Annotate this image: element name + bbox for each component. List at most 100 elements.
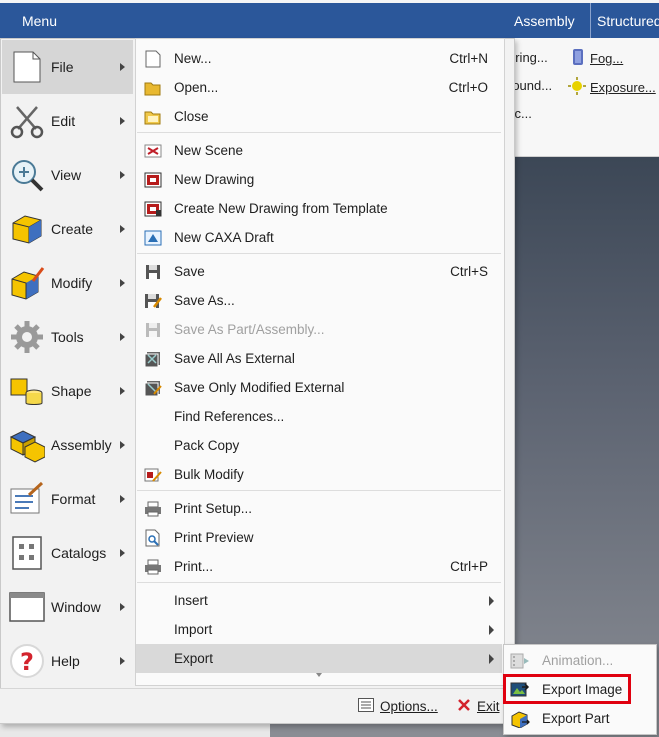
chevron-right-icon [120,441,125,449]
menu-item-close-label: Close [174,109,209,124]
menu-item-find-references[interactable]: Find References... [136,402,502,431]
export-part-icon [510,709,530,729]
exposure-icon [568,77,586,98]
chevron-right-icon [120,603,125,611]
menu-item-new-caxa-draft[interactable]: New CAXA Draft [136,223,502,252]
flyout-item-export-part[interactable]: Export Part [504,704,654,733]
menu-item-save-modified-external[interactable]: Save Only Modified External [136,373,502,402]
left-item-shape[interactable]: Shape [2,364,133,418]
scroll-down-icon[interactable] [316,673,322,677]
menu-item-new-drawing[interactable]: New Drawing [136,165,502,194]
left-item-assembly[interactable]: Assembly [2,418,133,472]
tab-structured[interactable]: Structured [590,3,659,38]
left-item-edit[interactable]: Edit [2,94,133,148]
left-item-window[interactable]: Window [2,580,133,634]
exit-button[interactable]: Exit [457,694,500,718]
fog-button[interactable]: Fog... [570,48,623,69]
menu-item-bulk-modify-label: Bulk Modify [174,467,244,482]
menu-item-save-modified-external-label: Save Only Modified External [174,380,345,395]
left-item-catalogs[interactable]: Catalogs [2,526,133,580]
shortcut-new: Ctrl+N [449,51,488,66]
tab-structured-label: Structured [597,12,659,29]
chevron-right-icon [120,225,125,233]
bulk-modify-icon [143,465,163,485]
menu-item-import[interactable]: Import [136,615,502,644]
print-setup-icon [143,499,163,519]
fog-icon [570,48,586,69]
left-item-edit-label: Edit [51,113,76,129]
menu-item-close[interactable]: Close [136,102,502,131]
menu-item-new-drawing-label: New Drawing [174,172,255,187]
save-as-icon [143,291,163,311]
left-item-help[interactable]: ? Help [2,634,133,688]
left-item-modify[interactable]: Modify [2,256,133,310]
new-drawing-icon [143,170,163,190]
options-button[interactable]: Options... [358,694,438,718]
menu-item-save-as[interactable]: Save As... [136,286,502,315]
menu-item-new-drawing-template-label: Create New Drawing from Template [174,201,388,216]
left-item-modify-label: Modify [51,275,93,291]
menu-item-print-preview[interactable]: Print Preview [136,523,502,552]
close-icon [457,698,471,715]
exposure-button[interactable]: Exposure... [568,77,656,98]
menu-item-open[interactable]: Open... Ctrl+O [136,73,502,102]
chevron-right-icon [120,63,125,71]
chevron-right-icon [120,171,125,179]
menu-item-print-preview-label: Print Preview [174,530,254,545]
export-image-highlight-box [503,674,631,704]
caxa-draft-icon [143,228,163,248]
menu-item-find-references-label: Find References... [174,409,285,424]
left-item-format[interactable]: Format [2,472,133,526]
menu-item-print-setup[interactable]: Print Setup... [136,494,502,523]
menu-item-insert-label: Insert [174,593,208,608]
tab-assembly[interactable]: Assembly [508,3,596,38]
left-item-view[interactable]: View [2,148,133,202]
menu-item-open-label: Open... [174,80,219,95]
menu-item-save-all-external-label: Save All As External [174,351,295,366]
menu-item-print-setup-label: Print Setup... [174,501,253,516]
menu-item-export[interactable]: Export [136,644,502,673]
animation-icon [510,651,530,671]
chevron-right-icon [489,595,494,606]
menu-item-new-scene[interactable]: New Scene [136,136,502,165]
menu-item-save-label: Save [174,264,205,279]
chevron-right-icon [120,495,125,503]
left-item-file[interactable]: File [2,40,133,94]
menu-item-pack-copy[interactable]: Pack Copy [136,431,502,460]
gear-icon [8,318,46,356]
window-icon [8,588,46,626]
shortcut-save: Ctrl+S [450,264,488,279]
left-item-tools[interactable]: Tools [2,310,133,364]
menu-item-print[interactable]: Print... Ctrl+P [136,552,502,581]
menu-item-new-drawing-template[interactable]: Create New Drawing from Template [136,194,502,223]
left-item-window-label: Window [51,599,101,615]
left-item-create[interactable]: Create [2,202,133,256]
shortcut-open: Ctrl+O [448,80,488,95]
menu-item-save[interactable]: Save Ctrl+S [136,257,502,286]
chevron-right-icon [120,279,125,287]
print-preview-icon [143,528,163,548]
menu-button[interactable]: Menu [0,3,79,38]
separator [137,490,501,491]
flyout-animation-label: Animation... [542,653,614,668]
menu-item-insert[interactable]: Insert [136,586,502,615]
menu-item-save-all-external[interactable]: Save All As External [136,344,502,373]
left-item-assembly-label: Assembly [51,437,112,453]
menu-item-bulk-modify[interactable]: Bulk Modify [136,460,502,489]
separator [137,132,501,133]
menu-item-new[interactable]: New... Ctrl+N [136,44,502,73]
printer-icon [143,557,163,577]
shortcut-print: Ctrl+P [450,559,488,574]
chevron-right-icon [489,624,494,635]
left-item-catalogs-label: Catalogs [51,545,107,561]
menu-item-save-as-label: Save As... [174,293,235,308]
new-scene-icon [143,141,163,161]
floppy-save-icon [143,262,163,282]
help-icon: ? [8,642,46,680]
menu-item-new-caxa-draft-label: New CAXA Draft [174,230,274,245]
catalogs-icon [8,534,46,572]
flyout-export-part-label: Export Part [542,711,610,726]
create-cube-icon [8,210,46,248]
menu-item-save-as-part: Save As Part/Assembly... [136,315,502,344]
left-item-create-label: Create [51,221,94,237]
